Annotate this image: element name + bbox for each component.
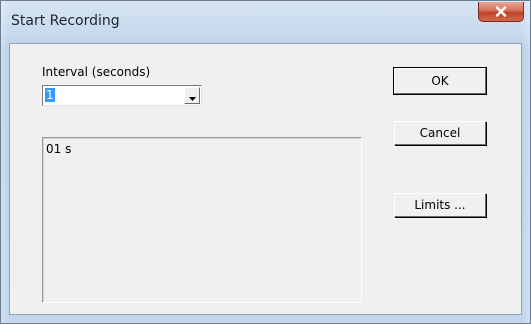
recording-list[interactable]: 01 s (42, 137, 362, 303)
close-button[interactable] (478, 2, 524, 22)
list-item[interactable]: 01 s (46, 142, 71, 156)
chevron-down-icon (188, 86, 196, 105)
window-title: Start Recording (11, 13, 120, 29)
title-bar[interactable]: Start Recording (1, 1, 530, 43)
interval-dropdown-button[interactable] (184, 87, 200, 104)
dialog-window: Start Recording Interval (seconds) 1 01 … (0, 0, 531, 324)
interval-combobox[interactable]: 1 (42, 85, 202, 106)
interval-label: Interval (seconds) (42, 65, 151, 79)
limits-button[interactable]: Limits ... (394, 193, 486, 217)
dialog-client-area: Interval (seconds) 1 01 s OK Cancel Limi… (9, 43, 522, 315)
interval-selected-value[interactable]: 1 (45, 88, 55, 102)
close-icon (495, 6, 507, 17)
ok-button[interactable]: OK (393, 67, 487, 95)
cancel-button[interactable]: Cancel (394, 121, 486, 145)
